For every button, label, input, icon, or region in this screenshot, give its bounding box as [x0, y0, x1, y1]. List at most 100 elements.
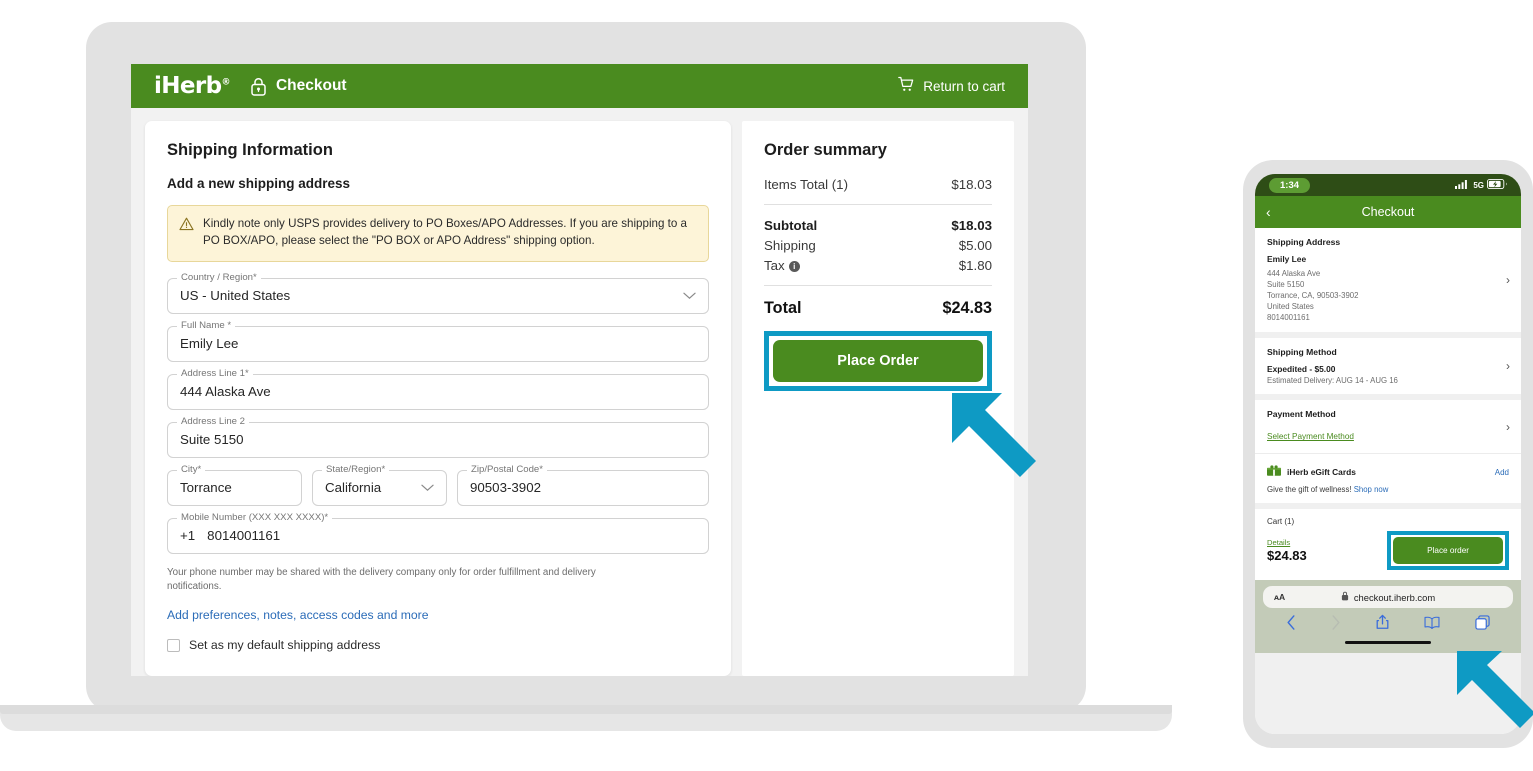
- usps-notice-text: Kindly note only USPS provides delivery …: [203, 217, 687, 247]
- cart-row: Details $24.83 Place order: [1267, 531, 1509, 571]
- share-icon[interactable]: [1376, 614, 1389, 635]
- mobile-number-value: 8014001161: [207, 528, 281, 544]
- address-line-1-label: Address Line 1*: [177, 367, 253, 379]
- cart-details-link[interactable]: Details: [1267, 538, 1307, 547]
- chevron-right-icon: [1331, 615, 1341, 635]
- zip-postal-code-input[interactable]: Zip/Postal Code* 90503-3902: [457, 463, 709, 506]
- info-icon[interactable]: i: [788, 261, 800, 272]
- default-address-label: Set as my default shipping address: [189, 638, 381, 652]
- safari-tool-row: [1263, 608, 1513, 637]
- state-region-select[interactable]: State/Region* California: [312, 463, 447, 506]
- site-header: iHerb® Checkout Return to cart: [131, 64, 1028, 108]
- order-summary-title: Order summary: [764, 141, 887, 159]
- phone-payment-method-section[interactable]: Payment Method Select Payment Method ›: [1255, 400, 1521, 454]
- text-size-icon[interactable]: ᴀA: [1274, 592, 1285, 602]
- phone-shipping-method-section[interactable]: Shipping Method Expedited - $5.00 Estima…: [1255, 338, 1521, 395]
- address-line-2-input[interactable]: Address Line 2 Suite 5150: [167, 415, 709, 458]
- cart-icon: [898, 76, 915, 96]
- address-line-1-value: 444 Alaska Ave: [180, 384, 271, 400]
- city-label: City*: [177, 463, 206, 475]
- desktop-place-order-arrow: [952, 393, 1036, 477]
- select-payment-method-link[interactable]: Select Payment Method: [1267, 432, 1354, 441]
- shipping-label: Shipping: [764, 238, 816, 253]
- cart-price-group: Details $24.83: [1267, 538, 1307, 563]
- shipping-address-line4: United States: [1267, 302, 1314, 312]
- address-line-2-label: Address Line 2: [177, 415, 249, 427]
- chevron-left-icon[interactable]: [1286, 615, 1296, 635]
- chevron-right-icon[interactable]: ›: [1506, 420, 1510, 434]
- chevron-down-icon: [683, 287, 696, 305]
- mobile-number-label: Mobile Number (XXX XXX XXXX)*: [177, 511, 333, 523]
- shop-now-link[interactable]: Shop now: [1354, 485, 1389, 494]
- tax-row: Tax i $1.80: [764, 258, 992, 273]
- payment-method-heading: Payment Method: [1267, 409, 1336, 420]
- shipping-address-name: Emily Lee: [1267, 254, 1307, 264]
- default-address-checkbox[interactable]: [167, 638, 180, 652]
- safari-toolbar: ᴀA checkout.iherb.com: [1255, 580, 1521, 654]
- total-row: Total $24.83: [764, 299, 992, 318]
- lock-icon: [250, 77, 267, 96]
- safari-url-text: checkout.iherb.com: [1353, 591, 1436, 603]
- desktop-browser-screen: iHerb® Checkout Return to cart Shipping …: [131, 64, 1028, 676]
- phone-place-order-highlight: Place order: [1387, 531, 1509, 571]
- place-order-button[interactable]: Place Order: [773, 340, 983, 382]
- subtotal-row: Subtotal $18.03: [764, 218, 992, 233]
- lock-icon: [1341, 588, 1349, 606]
- tabs-icon[interactable]: [1474, 615, 1490, 635]
- city-input[interactable]: City* Torrance: [167, 463, 302, 506]
- battery-charging-icon: [1487, 176, 1507, 194]
- add-preferences-link[interactable]: Add preferences, notes, access codes and…: [167, 608, 429, 622]
- items-total-row: Items Total (1) $18.03: [764, 177, 992, 192]
- phone-place-order-arrow: [1457, 651, 1533, 728]
- default-address-checkbox-row[interactable]: Set as my default shipping address: [167, 638, 709, 652]
- book-icon[interactable]: [1424, 616, 1440, 634]
- city-state-zip-row: City* Torrance State/Region* California …: [167, 463, 709, 518]
- gift-card-icon: [1267, 463, 1281, 481]
- gift-cards-title: iHerb eGift Cards: [1287, 467, 1356, 478]
- mobile-number-input[interactable]: Mobile Number (XXX XXX XXXX)* +1 8014001…: [167, 511, 709, 554]
- tax-value: $1.80: [958, 258, 992, 273]
- home-indicator: [1345, 641, 1431, 645]
- chevron-right-icon[interactable]: ›: [1506, 359, 1510, 373]
- chevron-right-icon[interactable]: ›: [1506, 273, 1510, 287]
- address-line-1-input[interactable]: Address Line 1* 444 Alaska Ave: [167, 367, 709, 410]
- place-order-highlight: Place Order: [764, 331, 992, 391]
- phone-gift-cards-section: iHerb eGift Cards Add Give the gift of w…: [1255, 453, 1521, 504]
- shipping-information-card: Shipping Information Add a new shipping …: [145, 121, 731, 676]
- country-region-label: Country / Region*: [177, 271, 261, 283]
- shipping-method-heading: Shipping Method: [1267, 347, 1337, 358]
- tax-label-group: Tax i: [764, 258, 800, 273]
- state-region-label: State/Region*: [322, 463, 390, 475]
- checkout-body: Shipping Information Add a new shipping …: [131, 108, 1028, 676]
- phone-cart-section: Cart (1) Details $24.83 Place order: [1255, 509, 1521, 581]
- subtotal-label: Subtotal: [764, 218, 818, 233]
- usps-notice: Kindly note only USPS provides delivery …: [167, 205, 709, 262]
- page-title: Checkout: [275, 77, 347, 94]
- total-value: $24.83: [942, 299, 992, 317]
- warning-triangle-icon: [179, 216, 194, 250]
- full-name-input[interactable]: Full Name * Emily Lee: [167, 319, 709, 362]
- chevron-left-icon[interactable]: ‹: [1266, 204, 1271, 220]
- phone-shipping-address-section[interactable]: Shipping Address Emily Lee 444 Alaska Av…: [1255, 228, 1521, 333]
- phone-nav-bar: ‹ Checkout: [1255, 196, 1521, 228]
- cart-label: Cart (1): [1267, 517, 1295, 527]
- shipping-address-line3: Torrance, CA, 90503-3902: [1267, 291, 1359, 301]
- shipping-method-option: Expedited - $5.00: [1267, 364, 1336, 375]
- gift-cards-row: iHerb eGift Cards Add: [1267, 463, 1509, 481]
- iherb-logo[interactable]: iHerb®: [154, 73, 231, 99]
- screenshot-canvas: iHerb® Checkout Return to cart Shipping …: [0, 0, 1533, 771]
- shipping-address-line5: 8014001161: [1267, 313, 1310, 323]
- shipping-address-line1: 444 Alaska Ave: [1267, 269, 1321, 278]
- status-indicators: 5G: [1455, 176, 1507, 194]
- country-region-select[interactable]: Country / Region* US - United States: [167, 271, 709, 314]
- summary-divider-2: [764, 285, 992, 286]
- city-value: Torrance: [180, 480, 232, 496]
- safari-url-bar[interactable]: ᴀA checkout.iherb.com: [1263, 586, 1513, 609]
- phone-place-order-button[interactable]: Place order: [1393, 537, 1503, 565]
- state-region-value: California: [325, 480, 382, 496]
- cart-total-price: $24.83: [1267, 548, 1307, 564]
- gift-cards-add-link[interactable]: Add: [1495, 468, 1509, 477]
- status-time: 1:34: [1269, 177, 1311, 193]
- mobile-country-prefix: +1: [180, 528, 196, 544]
- return-to-cart-button[interactable]: Return to cart: [898, 76, 1005, 96]
